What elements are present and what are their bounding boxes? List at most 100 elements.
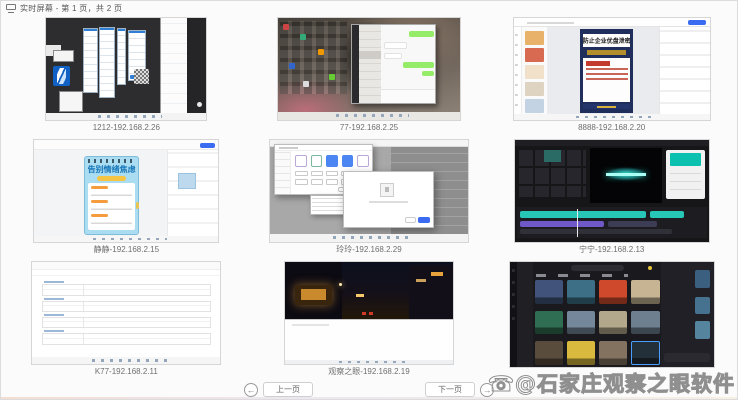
- screen-thumbnail-2[interactable]: [277, 17, 461, 121]
- poster-section-chip: [91, 214, 108, 217]
- grid-icon: [295, 171, 307, 177]
- screen-cell-5: 玲玲-192.168.2.29: [248, 137, 491, 259]
- remote-dialog: [117, 28, 127, 85]
- grid-icon: [326, 171, 338, 177]
- screen-thumbnail-1[interactable]: [45, 17, 207, 121]
- chat-input-area: [381, 89, 435, 103]
- chat-message-area: [381, 25, 435, 89]
- timeline-clip-teal: [520, 211, 645, 218]
- preview-tile: [695, 321, 711, 339]
- watermark: ☎@石家庄观察之眼软件: [488, 368, 735, 398]
- remote-taskbar: [514, 114, 710, 120]
- dialog-nav-list: [275, 151, 291, 194]
- poster-footer-bar: [583, 104, 630, 109]
- media-tile: [544, 150, 561, 162]
- screen-thumbnail-3[interactable]: 防止企业优盘泄密: [513, 17, 711, 121]
- template-item: [525, 48, 543, 62]
- category-tabs: [536, 274, 628, 278]
- poster-paperclip: [136, 202, 139, 210]
- chat-bubble-received: [384, 42, 407, 49]
- remote-dialog: [99, 27, 115, 97]
- screen-caption: 玲玲-192.168.2.29: [336, 245, 401, 255]
- notebook-poster: 告别情绪焦虑: [84, 156, 139, 235]
- search-pill: [571, 265, 624, 271]
- remote-taskbar: [46, 113, 206, 120]
- template-list: [522, 27, 547, 114]
- lit-window: [416, 279, 426, 282]
- screen-cell-8: 观察之眼-192.168.2.19: [248, 259, 491, 381]
- timeline-clip-teal: [650, 211, 684, 218]
- screen-caption: 8888-192.168.2.20: [578, 123, 645, 133]
- poster-body: [88, 183, 135, 230]
- prev-page-button[interactable]: ← 上一页: [244, 382, 313, 397]
- screen-thumbnail-4[interactable]: 告别情绪焦虑: [33, 139, 219, 243]
- screen-cell-1: 1212-192.168.2.26: [5, 15, 248, 137]
- editor-toolbar: [34, 140, 218, 150]
- page-title: 实时屏幕 - 第 1 页，共 2 页: [20, 3, 122, 14]
- chat-bubble-sent: [403, 62, 433, 68]
- remote-taskbar: [34, 236, 218, 242]
- notebook-spiral: [88, 159, 135, 164]
- screen-thumbnail-6[interactable]: [514, 139, 710, 243]
- chat-bubble-sent: [422, 71, 434, 76]
- desktop-icon: [318, 49, 324, 55]
- template-item: [525, 65, 543, 79]
- chat-selected-contact: [359, 51, 381, 59]
- screen-caption: 1212-192.168.2.26: [93, 123, 160, 133]
- desktop-icons-grid: [280, 21, 347, 94]
- editor-primary-button: [688, 20, 706, 25]
- screen-thumbnail-9[interactable]: [509, 261, 715, 368]
- poster-title: 告别情绪焦虑: [85, 164, 138, 175]
- template-icon: [357, 155, 369, 167]
- screen-thumbnail-7[interactable]: [31, 261, 221, 365]
- template-card-selected: [631, 341, 659, 365]
- screen-thumbnail-8[interactable]: [284, 261, 454, 365]
- dialog-template-icons: [295, 155, 369, 167]
- template-card: [535, 341, 563, 365]
- night-street-photo: [285, 262, 453, 319]
- screen-cell-7: K77-192.168.2.11: [5, 259, 248, 381]
- poster-text-lines: [586, 68, 628, 80]
- document-toolbar: [32, 262, 220, 270]
- app-nav-rail: [517, 262, 533, 367]
- next-page-button[interactable]: 下一页 →: [425, 382, 494, 397]
- placeholder-caption-line: [369, 201, 408, 203]
- screen-caption: 静静-192.168.2.15: [94, 245, 159, 255]
- template-card: [599, 280, 627, 304]
- editor-topbar: [515, 140, 709, 146]
- next-page-label[interactable]: 下一页: [425, 382, 475, 397]
- remote-qr-code: [134, 69, 148, 84]
- app-icon-rail: [510, 262, 517, 367]
- preview-tile: [695, 297, 711, 315]
- document-table: [42, 333, 211, 344]
- cancel-button-remote: [405, 217, 417, 223]
- template-card: [599, 311, 627, 335]
- properties-panel: [659, 27, 710, 114]
- template-item: [525, 82, 543, 96]
- desktop-icon: [300, 34, 306, 40]
- document-table: [42, 301, 211, 312]
- video-preview: [590, 148, 662, 203]
- remote-taskbar: [270, 234, 468, 242]
- chat-sidebar-rail: [352, 25, 360, 103]
- monitor-icon-base: [8, 12, 14, 13]
- poster-section-chip: [91, 186, 108, 189]
- chat-window: [351, 24, 437, 104]
- title-bar: 实时屏幕 - 第 1 页，共 2 页: [1, 1, 737, 15]
- template-icon: [311, 155, 323, 167]
- editor-toolbar-text: [527, 22, 574, 24]
- prev-page-label[interactable]: 上一页: [263, 382, 313, 397]
- screen-thumbnail-5[interactable]: [269, 139, 469, 243]
- desktop-icon: [289, 63, 295, 69]
- watermark-text: @石家庄观察之眼软件: [515, 372, 735, 396]
- template-icon-selected: [326, 155, 338, 167]
- remote-taskbar: [285, 360, 453, 364]
- monitor-icon: [6, 4, 16, 13]
- template-card-grid: [535, 280, 659, 365]
- screen-caption: 宁宁-192.168.2.13: [579, 245, 644, 255]
- grid-icon: [311, 171, 323, 177]
- grid-icon: [311, 179, 323, 185]
- grid-icon: [295, 179, 307, 185]
- arrow-left-icon[interactable]: ←: [244, 383, 258, 397]
- template-card: [599, 341, 627, 365]
